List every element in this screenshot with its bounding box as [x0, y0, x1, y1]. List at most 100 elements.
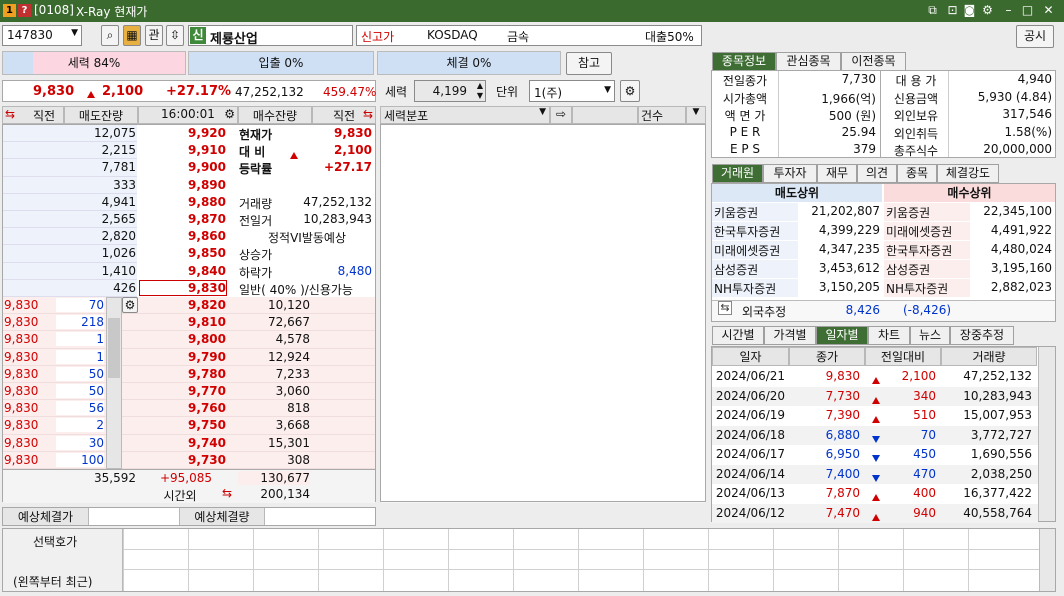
maximize-icon[interactable]: □ — [1020, 3, 1035, 18]
ask-price[interactable]: 9,870 — [140, 212, 226, 226]
broker-name[interactable]: 키움증권 — [886, 204, 970, 221]
bid-remain: 818 — [287, 401, 310, 416]
daily-date: 2024/06/20 — [715, 388, 786, 403]
bid-price[interactable]: 9,780 — [140, 367, 226, 381]
daily-date: 2024/06/12 — [715, 505, 786, 520]
bid-price[interactable]: 9,770 — [140, 384, 226, 398]
sort-icon[interactable]: ⇳ — [166, 25, 184, 46]
help-icon[interactable]: ? — [18, 4, 31, 17]
bid-price[interactable]: 9,810 — [140, 315, 226, 329]
swap-icon[interactable]: ⇆ — [5, 107, 15, 121]
broker-name[interactable]: 한국투자증권 — [886, 242, 970, 259]
calendar-icon[interactable]: ▦ — [123, 25, 141, 46]
ask-price[interactable]: 9,890 — [140, 178, 226, 192]
broker-name[interactable]: 키움증권 — [714, 204, 798, 221]
ask-price[interactable]: 9,910 — [140, 143, 226, 157]
expand-icon[interactable]: ⇆ — [718, 301, 732, 315]
gear-icon[interactable]: ⚙ — [224, 107, 235, 121]
bid-price[interactable]: 9,790 — [140, 350, 226, 364]
broker-name[interactable]: 한국투자증권 — [714, 223, 798, 240]
bid-remain: 12,924 — [268, 349, 310, 364]
info-value: 47,252,132 — [303, 194, 372, 209]
tab-item[interactable]: 관심종목 — [776, 52, 841, 71]
scrollbar[interactable] — [1039, 529, 1055, 591]
seryeok-spinner[interactable]: 4,199 ▲ ▼ — [414, 80, 486, 102]
broker-name[interactable]: 삼성증권 — [886, 261, 970, 278]
unit-select[interactable]: 1(주) ▼ — [529, 80, 615, 102]
link-icon[interactable]: ⧉ — [925, 3, 940, 18]
broker-volume: 4,480,024 — [990, 242, 1052, 256]
scrollbar[interactable] — [1038, 347, 1055, 521]
broker-volume: 22,345,100 — [983, 204, 1052, 218]
bid-price[interactable]: 9,820 — [140, 298, 226, 312]
search-icon[interactable]: ⌕ — [101, 25, 119, 46]
ask-price[interactable]: 9,880 — [140, 195, 226, 209]
tab-item[interactable]: 의견 — [857, 164, 897, 183]
chevron-down-icon[interactable]: ▼ — [686, 106, 706, 124]
tab-item[interactable]: 차트 — [868, 326, 910, 345]
bid-price[interactable]: 9,740 — [140, 436, 226, 450]
ask-price[interactable]: 9,840 — [140, 264, 226, 278]
scrollbar[interactable] — [106, 297, 122, 469]
broker-name[interactable]: 미래에셋증권 — [714, 242, 798, 259]
info-key: 시가총액 — [722, 91, 768, 106]
tab-item[interactable]: 가격별 — [764, 326, 816, 345]
gwan-button[interactable]: 관 — [145, 25, 163, 46]
bid-price[interactable]: 9,730 — [140, 453, 226, 467]
tab-item[interactable]: 거래원 — [712, 164, 763, 183]
broker-name[interactable]: 미래에셋증권 — [886, 223, 970, 240]
col-jikjeon: ⇆ 직전 — [2, 106, 64, 124]
ask-price[interactable]: 9,850 — [140, 246, 226, 260]
foreign-buy: (-8,426) — [902, 303, 952, 317]
tab-item[interactable]: 뉴스 — [910, 326, 950, 345]
camera-icon[interactable]: ◙ — [962, 3, 977, 18]
settings-icon[interactable]: ⚙ — [620, 80, 640, 102]
daily-volume: 47,252,132 — [963, 369, 1032, 383]
ask-price[interactable]: 9,860 — [140, 229, 226, 243]
col-sell-rem: 매도잔량 — [64, 106, 138, 124]
chevron-down-icon[interactable]: ▼ — [71, 28, 78, 38]
bid-price[interactable]: 9,760 — [140, 401, 226, 415]
bid-price[interactable]: 9,750 — [140, 418, 226, 432]
price-rate: +27.17% — [166, 84, 232, 99]
info-value: 10,283,943 — [303, 212, 372, 226]
close-icon[interactable]: ✕ — [1041, 3, 1056, 18]
bid-price[interactable]: 9,800 — [140, 332, 226, 346]
ref-button[interactable]: 참고 — [566, 52, 612, 75]
broker-name[interactable]: 삼성증권 — [714, 261, 798, 278]
gear-icon[interactable]: ⚙ — [980, 3, 995, 18]
trade-qty: 50 — [56, 366, 104, 381]
ask-price[interactable]: 9,900 — [140, 160, 226, 174]
gear-icon[interactable]: ⚙ — [122, 297, 138, 313]
tab-item[interactable]: 재무 — [817, 164, 857, 183]
broker-name[interactable]: NH투자증권 — [714, 280, 798, 297]
stock-code-input[interactable]: 147830 ▼ — [2, 25, 82, 46]
ask-price[interactable]: 9,830 — [139, 279, 227, 296]
chevron-down-icon[interactable]: ▼ — [539, 107, 546, 117]
daily-date: 2024/06/13 — [715, 486, 786, 500]
daily-volume: 3,772,727 — [970, 427, 1032, 442]
tab-item[interactable]: 종목 — [897, 164, 937, 183]
tab-item[interactable]: 이전종목 — [841, 52, 906, 71]
swap-icon[interactable]: ⇆ — [222, 486, 232, 500]
up-triangle-icon — [290, 148, 298, 162]
minimize-icon[interactable]: – — [1001, 3, 1016, 18]
tab-item[interactable]: 투자자 — [763, 164, 817, 183]
tab-item[interactable]: 일자별 — [816, 326, 868, 345]
disclosure-button[interactable]: 공시 — [1016, 25, 1054, 48]
tab-item[interactable]: 장중추정 — [950, 326, 1014, 345]
bid-total: 130,677 — [238, 471, 310, 485]
pin-icon[interactable]: ⊡ — [945, 3, 960, 18]
broker-name[interactable]: NH투자증권 — [886, 280, 970, 297]
tab-item[interactable]: 시간별 — [712, 326, 764, 345]
swap-icon[interactable]: ⇆ — [363, 107, 373, 121]
info-key: 정적VI발동예상 — [268, 231, 346, 246]
stock-name-box: 신 제룡산업 — [188, 25, 353, 47]
arrow-right-icon[interactable]: ⇨ — [550, 106, 572, 124]
daily-change: 450 — [913, 447, 936, 461]
tab-item[interactable]: 체결강도 — [937, 164, 999, 183]
ask-price[interactable]: 9,920 — [140, 126, 226, 140]
daily-close: 7,400 — [825, 466, 860, 481]
tab-item[interactable]: 종목정보 — [712, 52, 776, 71]
trade-qty: 56 — [56, 401, 104, 416]
